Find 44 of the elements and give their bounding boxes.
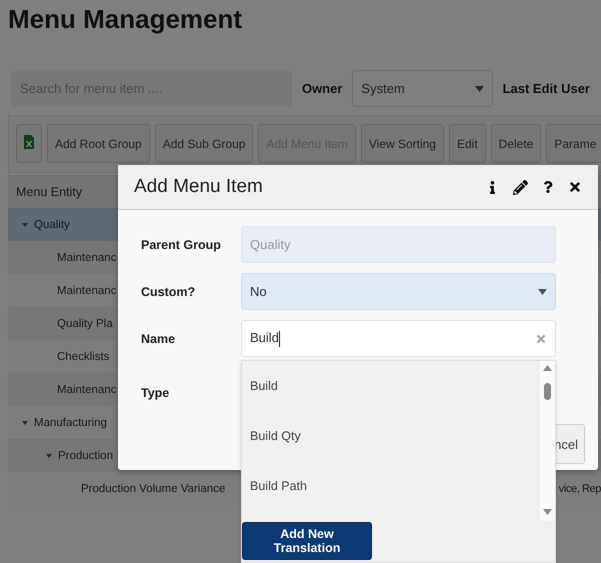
owner-label: Owner — [302, 81, 342, 96]
select-field[interactable]: No — [241, 273, 556, 310]
expand-caret-icon[interactable] — [46, 454, 52, 458]
last-edit-user-label: Last Edit User — [502, 81, 590, 96]
expand-caret-icon[interactable] — [22, 222, 28, 226]
field-label: Name — [141, 332, 176, 346]
dropdown-caret-icon — [474, 86, 484, 92]
help-icon[interactable] — [542, 181, 554, 193]
suggestion-item[interactable]: Build Path — [242, 461, 540, 511]
tree-item-label: Maintenanc — [57, 384, 116, 396]
field-label: Custom? — [141, 284, 196, 298]
pencil-icon[interactable] — [513, 180, 528, 194]
dialog-title: Add Menu Item — [134, 176, 264, 198]
field-label: Parent Group — [141, 238, 222, 252]
export-button[interactable] — [16, 124, 42, 163]
input-field[interactable]: Build — [241, 320, 556, 357]
clear-icon[interactable] — [535, 332, 547, 344]
dropdown-caret-icon — [538, 288, 547, 294]
add-translation-button[interactable]: Add New Translation — [242, 522, 372, 560]
tree-item-label: Quality Pla — [57, 318, 113, 330]
toolbar-button[interactable]: Delete — [490, 124, 542, 163]
tree-item-label: Production Volume Variance — [81, 482, 226, 494]
owner-select[interactable]: System — [352, 70, 493, 107]
tree-item-label: Production — [58, 450, 113, 462]
toolbar-button[interactable]: Parame — [546, 124, 601, 163]
field-label: Type — [141, 386, 170, 400]
table-cell: vice, Rep — [558, 482, 601, 494]
tree-item-label: Maintenanc — [57, 252, 116, 264]
tree-item-label: Manufacturing — [34, 416, 107, 428]
input-field[interactable]: Quality — [241, 226, 556, 263]
tree-item-label: Quality — [34, 218, 70, 230]
scrollbar[interactable] — [540, 361, 555, 521]
spreadsheet-icon — [24, 135, 34, 149]
page-title: Menu Management — [7, 3, 244, 36]
tree-item-label: Checklists — [57, 350, 110, 362]
toolbar-button[interactable]: View Sorting — [360, 124, 444, 163]
toolbar-button[interactable]: Add Root Group — [47, 124, 150, 163]
toolbar-button[interactable]: Add Sub Group — [154, 124, 254, 163]
tree-item-label: Maintenanc — [57, 284, 116, 296]
toolbar-button[interactable]: Edit — [448, 124, 486, 163]
suggestion-item[interactable]: Build — [242, 361, 540, 411]
expand-caret-icon[interactable] — [22, 420, 28, 424]
suggestion-item[interactable]: Build Qty — [242, 411, 540, 461]
close-icon[interactable] — [568, 180, 582, 194]
